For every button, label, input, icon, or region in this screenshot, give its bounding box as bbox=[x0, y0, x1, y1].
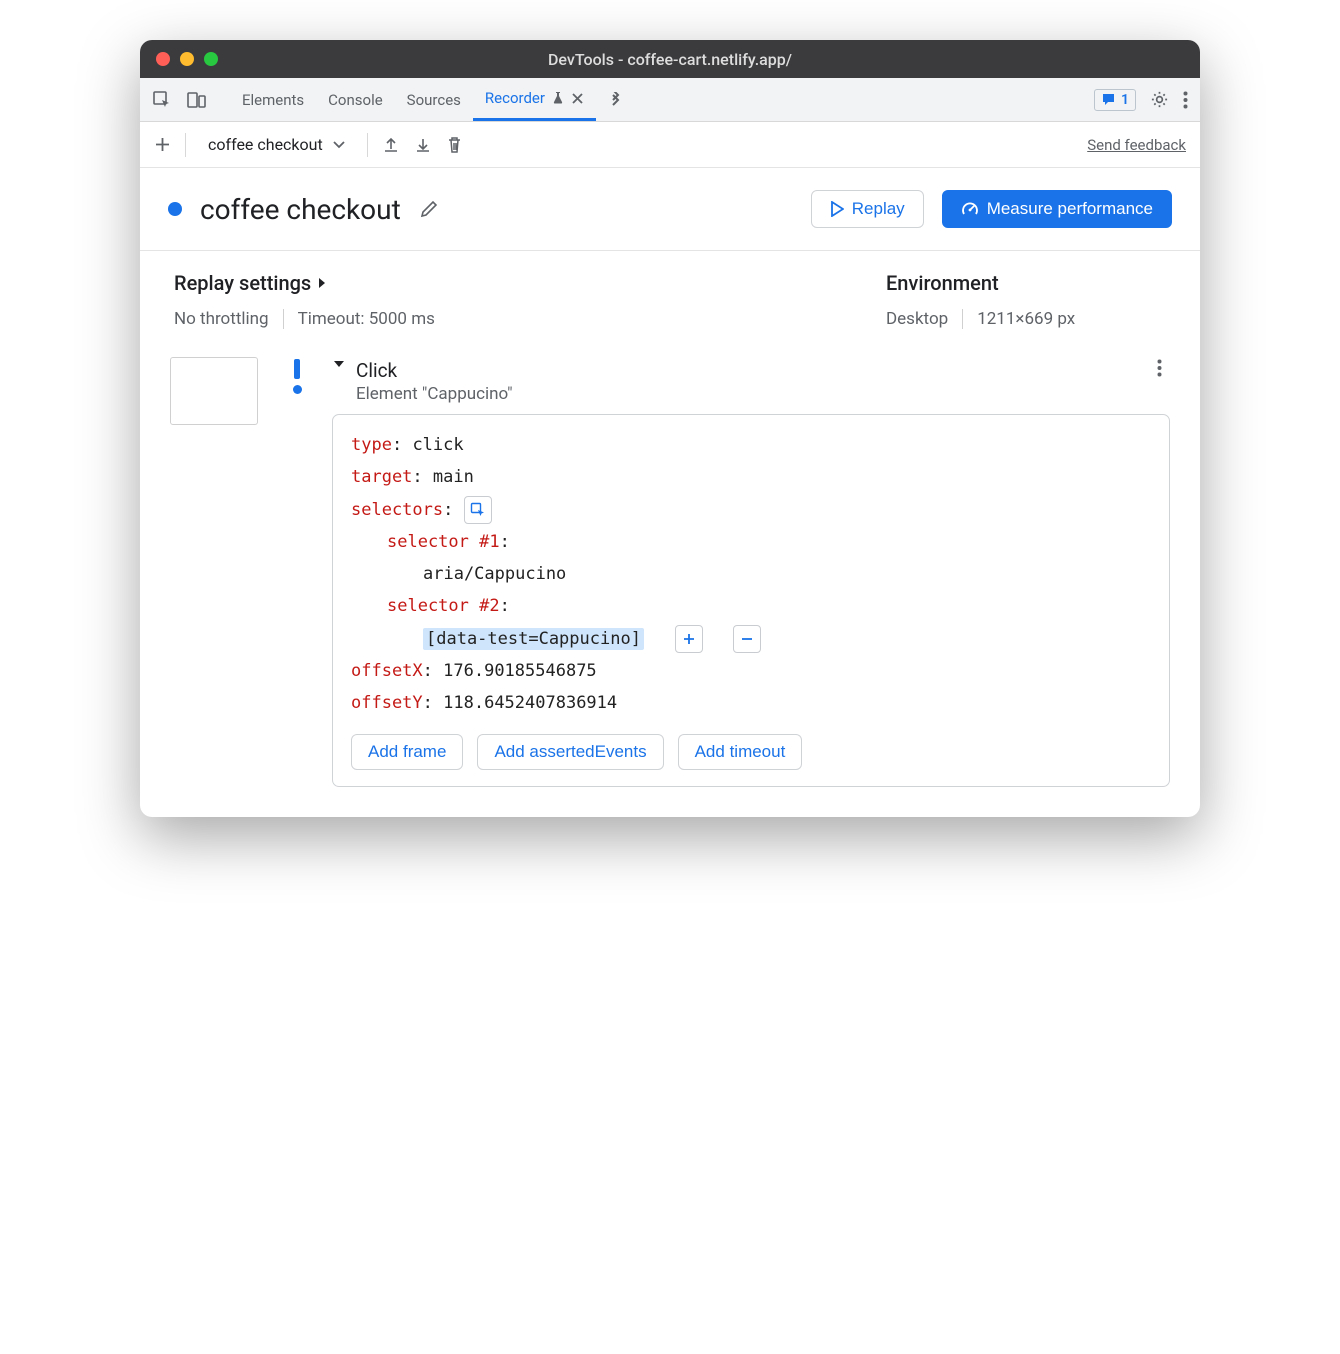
step-title: Click bbox=[356, 359, 513, 382]
selector-2-key: selector #2 bbox=[387, 596, 500, 616]
step-kebab-menu[interactable] bbox=[1157, 359, 1170, 377]
edit-title-icon[interactable] bbox=[419, 199, 439, 219]
prop-key-offsetx: offsetX bbox=[351, 661, 423, 681]
maximize-window-button[interactable] bbox=[204, 52, 218, 66]
prop-val-type[interactable]: click bbox=[412, 435, 463, 455]
selector-1-val[interactable]: aria/Cappucino bbox=[423, 564, 566, 584]
prop-key-target: target bbox=[351, 467, 412, 487]
tab-recorder[interactable]: Recorder bbox=[473, 78, 596, 121]
tab-console[interactable]: Console bbox=[316, 78, 395, 121]
send-feedback-link[interactable]: Send feedback bbox=[1087, 136, 1186, 154]
replay-settings-toggle[interactable]: Replay settings bbox=[174, 271, 826, 295]
remove-selector-button[interactable] bbox=[733, 625, 761, 653]
prop-val-offsety[interactable]: 118.6452407836914 bbox=[443, 693, 617, 713]
tab-elements[interactable]: Elements bbox=[230, 78, 316, 121]
inspect-element-icon[interactable] bbox=[152, 90, 172, 110]
window-title: DevTools - coffee-cart.netlify.app/ bbox=[140, 50, 1200, 69]
gauge-icon bbox=[961, 200, 979, 218]
step-subtitle: Element "Cappucino" bbox=[356, 384, 513, 404]
viewport-value: 1211×669 px bbox=[962, 309, 1089, 329]
play-icon bbox=[830, 201, 844, 217]
prop-key-type: type bbox=[351, 435, 392, 455]
chevron-down-icon bbox=[333, 141, 345, 149]
minimize-window-button[interactable] bbox=[180, 52, 194, 66]
recording-title: coffee checkout bbox=[200, 193, 401, 226]
issues-count: 1 bbox=[1121, 92, 1129, 108]
prop-key-offsety: offsetY bbox=[351, 693, 423, 713]
add-selector-button[interactable] bbox=[675, 625, 703, 653]
timeout-value: Timeout: 5000 ms bbox=[283, 309, 449, 329]
separator bbox=[367, 133, 368, 157]
device-value: Desktop bbox=[886, 309, 962, 329]
add-frame-button[interactable]: Add frame bbox=[351, 734, 463, 770]
titlebar: DevTools - coffee-cart.netlify.app/ bbox=[140, 40, 1200, 78]
chevron-down-icon[interactable] bbox=[332, 359, 346, 369]
chevron-right-icon bbox=[317, 277, 327, 289]
pick-selector-button[interactable] bbox=[464, 496, 492, 524]
add-timeout-button[interactable]: Add timeout bbox=[678, 734, 803, 770]
throttling-value: No throttling bbox=[174, 309, 283, 329]
recorder-toolbar: coffee checkout Send feedback bbox=[140, 122, 1200, 168]
recording-status-dot bbox=[168, 202, 182, 216]
recording-header: coffee checkout Replay Measure performan… bbox=[140, 168, 1200, 250]
more-tabs-button[interactable] bbox=[596, 78, 636, 121]
step-body: type: click target: main selectors: sele… bbox=[332, 414, 1170, 787]
selector-1-key: selector #1 bbox=[387, 532, 500, 552]
step-thumbnail bbox=[170, 357, 258, 425]
environment-title: Environment bbox=[886, 271, 1166, 295]
close-window-button[interactable] bbox=[156, 52, 170, 66]
close-icon[interactable] bbox=[571, 92, 584, 105]
settings-row: Replay settings No throttling Timeout: 5… bbox=[140, 251, 1200, 355]
import-icon[interactable] bbox=[414, 136, 432, 154]
measure-performance-button[interactable]: Measure performance bbox=[942, 190, 1172, 228]
device-toolbar-icon[interactable] bbox=[186, 90, 206, 110]
export-icon[interactable] bbox=[382, 136, 400, 154]
prop-val-target[interactable]: main bbox=[433, 467, 474, 487]
recording-select[interactable]: coffee checkout bbox=[200, 135, 353, 154]
prop-val-offsetx[interactable]: 176.90185546875 bbox=[443, 661, 597, 681]
prop-key-selectors: selectors bbox=[351, 500, 443, 520]
new-recording-button[interactable] bbox=[154, 136, 171, 153]
replay-button[interactable]: Replay bbox=[811, 190, 924, 228]
gear-icon[interactable] bbox=[1150, 90, 1169, 109]
devtools-window: DevTools - coffee-cart.netlify.app/ Elem… bbox=[140, 40, 1200, 817]
message-icon bbox=[1101, 92, 1116, 107]
kebab-menu-icon[interactable] bbox=[1183, 91, 1188, 109]
issues-badge[interactable]: 1 bbox=[1094, 89, 1136, 111]
traffic-lights bbox=[156, 52, 218, 66]
recording-select-value: coffee checkout bbox=[208, 135, 323, 154]
separator bbox=[185, 133, 186, 157]
selector-2-val[interactable]: [data-test=Cappucino] bbox=[423, 628, 644, 650]
tab-sources[interactable]: Sources bbox=[395, 78, 473, 121]
flask-icon bbox=[551, 91, 565, 105]
tabs: Elements Console Sources Recorder bbox=[230, 78, 636, 121]
delete-icon[interactable] bbox=[446, 136, 463, 154]
timeline bbox=[282, 355, 312, 787]
tabbar: Elements Console Sources Recorder 1 bbox=[140, 78, 1200, 122]
add-asserted-events-button[interactable]: Add assertedEvents bbox=[477, 734, 663, 770]
step-area: Click Element "Cappucino" type: click ta… bbox=[140, 355, 1200, 817]
